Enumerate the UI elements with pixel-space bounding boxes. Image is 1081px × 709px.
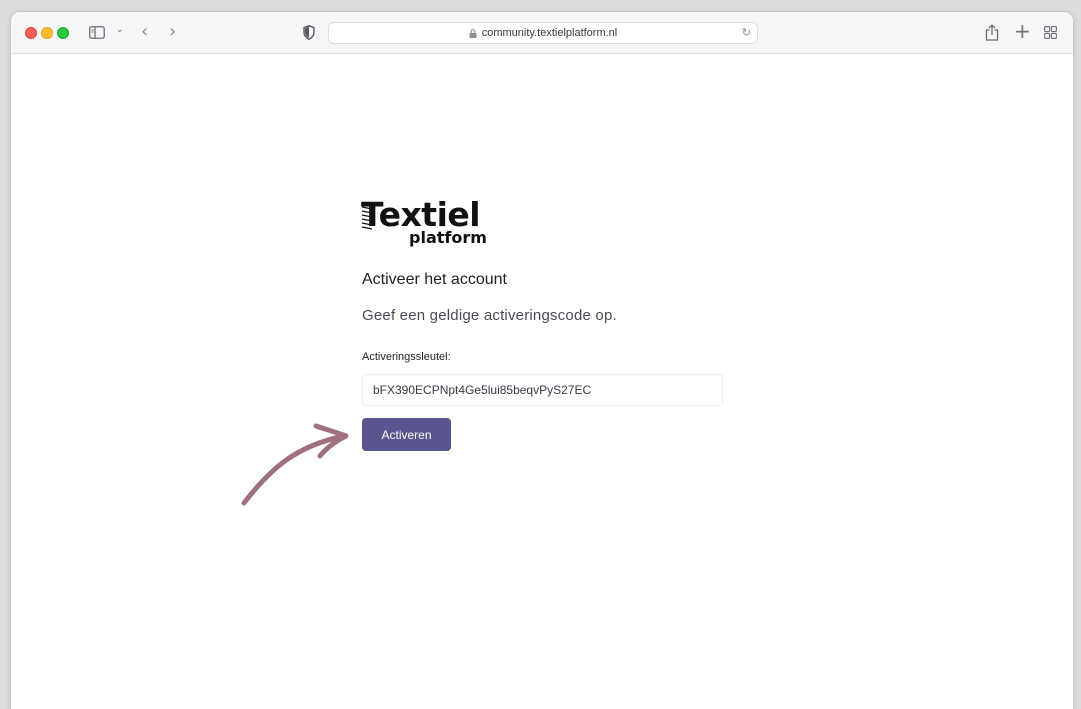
browser-window: ⌄ ‹ › community.textielplatform.nl ↻ + T… xyxy=(10,11,1074,709)
sidebar-icon[interactable] xyxy=(89,26,105,39)
minimize-window-button[interactable] xyxy=(41,27,53,39)
activation-key-label: Activeringssleutel: xyxy=(362,351,451,363)
browser-toolbar: ⌄ ‹ › community.textielplatform.nl ↻ + xyxy=(11,12,1073,54)
url-text: community.textielplatform.nl xyxy=(481,27,618,39)
address-bar[interactable]: community.textielplatform.nl ↻ xyxy=(328,22,758,44)
instruction-text: Geef een geldige activeringscode op. xyxy=(362,307,617,324)
back-button[interactable]: ‹ xyxy=(141,23,148,41)
activate-button[interactable]: Activeren xyxy=(362,418,451,451)
lock-icon xyxy=(469,28,477,38)
textielplatform-logo: Textiel platform xyxy=(361,198,491,253)
spring-icon xyxy=(361,202,373,230)
chevron-down-icon[interactable]: ⌄ xyxy=(116,26,124,35)
reload-icon[interactable]: ↻ xyxy=(742,26,751,39)
logo-main-text: Textiel xyxy=(361,195,481,234)
activation-key-input[interactable] xyxy=(362,374,723,406)
logo-sub-text: platform xyxy=(409,228,487,247)
share-icon[interactable] xyxy=(985,24,999,41)
page-content: Textiel platform Activeer het account Ge… xyxy=(11,55,1073,709)
page-title: Activeer het account xyxy=(362,271,507,288)
grid-icon[interactable] xyxy=(1044,26,1057,39)
shield-icon[interactable] xyxy=(303,25,315,40)
zoom-window-button[interactable] xyxy=(57,27,69,39)
close-window-button[interactable] xyxy=(25,27,37,39)
forward-button[interactable]: › xyxy=(169,23,176,41)
new-tab-button[interactable]: + xyxy=(1014,21,1031,41)
pointer-arrow-icon xyxy=(241,423,349,506)
